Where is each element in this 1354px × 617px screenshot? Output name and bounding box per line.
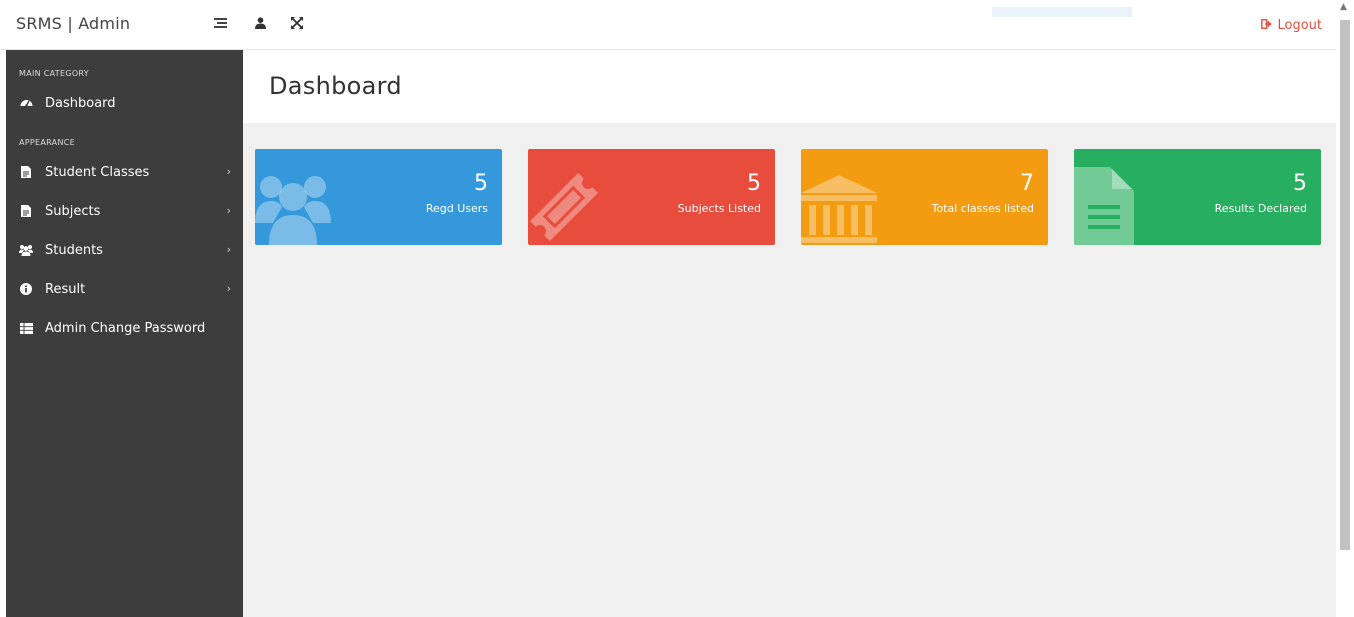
- expand-icon[interactable]: [291, 17, 307, 33]
- chevron-right-icon: ›: [226, 204, 231, 217]
- sidebar-item-admin-change-password[interactable]: Admin Change Password: [6, 313, 243, 343]
- stat-number: 5: [1293, 171, 1307, 196]
- sidebar-item-student-classes[interactable]: Student Classes ›: [6, 157, 243, 187]
- stat-number: 5: [474, 171, 488, 196]
- dashboard-icon: [19, 97, 33, 109]
- brand-title[interactable]: SRMS | Admin: [16, 14, 130, 33]
- ticket-icon: [528, 167, 608, 245]
- main-content: Dashboard 5 Regd Users 5 Subjects Listed…: [243, 50, 1336, 617]
- bank-icon: [801, 167, 881, 245]
- file-icon: [19, 205, 33, 217]
- logout-label: Logout: [1277, 18, 1322, 33]
- chevron-right-icon: ›: [226, 282, 231, 295]
- sidebar: MAIN CATEGORY Dashboard APPEARANCE Stude…: [6, 50, 243, 617]
- sidebar-item-label: Student Classes: [45, 164, 150, 180]
- page-header: Dashboard: [243, 50, 1336, 123]
- scroll-up-arrow-icon[interactable]: ▲: [1340, 2, 1347, 12]
- sidebar-item-dashboard[interactable]: Dashboard: [6, 88, 243, 118]
- stat-label: Total classes listed: [931, 202, 1034, 215]
- users-icon: [19, 244, 33, 256]
- sidebar-item-label: Admin Change Password: [45, 320, 206, 336]
- stat-label: Results Declared: [1214, 202, 1307, 215]
- sidebar-item-students[interactable]: Students ›: [6, 235, 243, 265]
- file-icon: [19, 166, 33, 178]
- stat-card-subjects-listed[interactable]: 5 Subjects Listed: [528, 149, 775, 245]
- user-icon[interactable]: [255, 17, 271, 33]
- sidebar-item-label: Students: [45, 242, 103, 258]
- sidebar-item-label: Result: [45, 281, 86, 297]
- table-icon: [19, 322, 33, 334]
- logout-link[interactable]: Logout: [1261, 18, 1322, 33]
- sidebar-heading-appearance: APPEARANCE: [19, 138, 75, 147]
- stat-label: Subjects Listed: [677, 202, 761, 215]
- chevron-right-icon: ›: [226, 243, 231, 256]
- sidebar-item-result[interactable]: Result ›: [6, 274, 243, 304]
- vertical-scrollbar[interactable]: ▲: [1336, 0, 1354, 617]
- chevron-right-icon: ›: [226, 165, 231, 178]
- users-icon: [255, 167, 335, 245]
- menu-lines-icon[interactable]: [214, 17, 230, 33]
- sidebar-item-subjects[interactable]: Subjects ›: [6, 196, 243, 226]
- stat-card-results-declared[interactable]: 5 Results Declared: [1074, 149, 1321, 245]
- sign-out-icon: [1261, 18, 1273, 33]
- top-navbar: SRMS | Admin Logout: [0, 0, 1336, 50]
- stat-number: 7: [1020, 171, 1034, 196]
- stat-card-regd-users[interactable]: 5 Regd Users: [255, 149, 502, 245]
- sidebar-heading-main-category: MAIN CATEGORY: [19, 69, 89, 78]
- stat-label: Regd Users: [425, 202, 488, 215]
- sidebar-item-label: Subjects: [45, 203, 101, 219]
- scrollbar-thumb[interactable]: [1340, 20, 1350, 550]
- page-title: Dashboard: [269, 72, 402, 100]
- stat-card-total-classes[interactable]: 7 Total classes listed: [801, 149, 1048, 245]
- sidebar-item-label: Dashboard: [45, 95, 116, 111]
- info-icon: [19, 283, 33, 295]
- stat-number: 5: [747, 171, 761, 196]
- faint-placeholder-strip: [992, 7, 1132, 17]
- document-icon: [1074, 167, 1154, 245]
